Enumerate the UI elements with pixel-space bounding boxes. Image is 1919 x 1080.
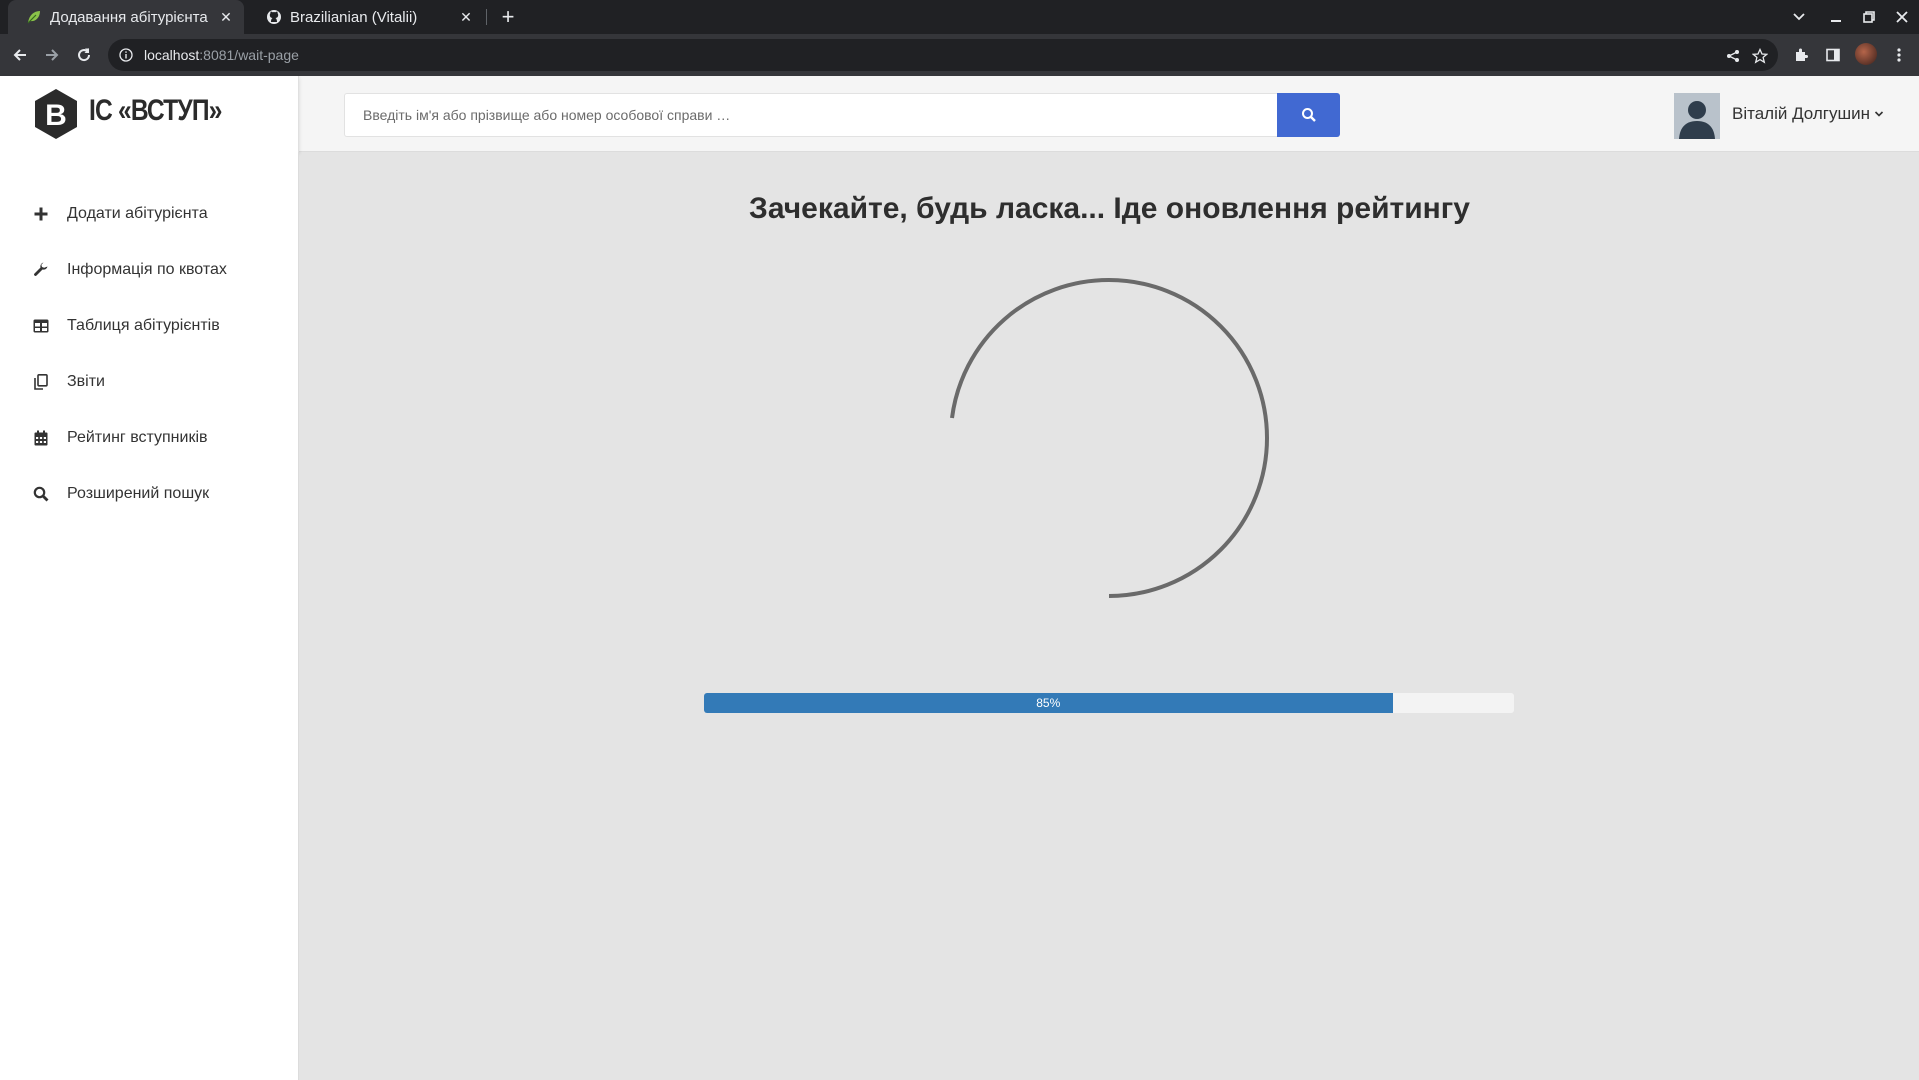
sidebar-item-label: Розширений пошук	[67, 485, 210, 502]
close-icon[interactable]: ✕	[216, 7, 236, 27]
info-icon[interactable]	[118, 47, 134, 63]
loading-spinner	[950, 277, 1269, 598]
github-icon	[266, 9, 282, 25]
share-icon[interactable]	[1724, 47, 1742, 65]
calendar-icon	[32, 429, 50, 447]
sidebar: Додати абітурієнта Інформація по квотах …	[0, 152, 299, 1080]
sidebar-item-rating[interactable]: Рейтинг вступників	[0, 418, 299, 458]
browser-toolbar: localhost:8081/wait-page	[0, 34, 1919, 76]
user-name: Віталій Долгушин	[1732, 104, 1871, 123]
table-icon	[32, 317, 50, 335]
brand[interactable]: B ІС «ВСТУП»	[0, 76, 299, 152]
sidebar-item-quotas[interactable]: Інформація по квотах	[0, 250, 299, 290]
minimize-button[interactable]	[1823, 5, 1849, 29]
reload-button[interactable]	[72, 43, 96, 67]
search-button[interactable]	[1277, 93, 1340, 137]
back-button[interactable]	[8, 43, 32, 67]
plus-icon	[32, 205, 50, 223]
sidebar-item-label: Звіти	[67, 373, 105, 390]
side-panel-icon[interactable]	[1821, 43, 1845, 67]
sidebar-item-label: Інформація по квотах	[67, 261, 227, 278]
brand-title: ІС «ВСТУП»	[89, 94, 222, 127]
tab-title: Brazilianian (Vitalii)	[290, 8, 418, 26]
restore-button[interactable]	[1856, 5, 1882, 29]
sidebar-item-applicants-table[interactable]: Таблиця абітурієнтів	[0, 306, 299, 346]
copy-icon	[32, 373, 50, 391]
app-header: B ІС «ВСТУП» Віталій Долгушин	[0, 76, 1919, 152]
new-tab-button[interactable]: +	[496, 4, 520, 29]
forward-button[interactable]	[40, 43, 64, 67]
wrench-icon	[32, 261, 50, 279]
close-icon[interactable]: ✕	[456, 7, 476, 27]
search-input[interactable]	[344, 93, 1277, 137]
search-bar	[344, 93, 1340, 137]
progress-label: 85%	[1036, 696, 1061, 710]
chevron-down-icon	[1874, 111, 1884, 117]
sidebar-item-label: Таблиця абітурієнтів	[67, 317, 220, 334]
tab-search-icon[interactable]	[1786, 5, 1812, 29]
sidebar-item-advanced-search[interactable]: Розширений пошук	[0, 474, 299, 514]
user-menu[interactable]: Віталій Долгушин	[1732, 104, 1884, 124]
profile-avatar[interactable]	[1855, 43, 1877, 65]
browser-tab-active[interactable]: Додавання абітурієнта ✕	[8, 0, 244, 34]
search-icon	[1301, 108, 1316, 122]
browser-tab[interactable]: Brazilianian (Vitalii) ✕	[248, 0, 484, 34]
leaf-icon	[26, 9, 42, 25]
tab-title: Додавання абітурієнта	[50, 8, 208, 26]
bookmark-star-icon[interactable]	[1751, 47, 1769, 65]
browser-tabstrip: Додавання абітурієнта ✕ Brazilianian (Vi…	[0, 0, 1919, 34]
logo-letter: B	[45, 99, 67, 132]
logo-icon: B	[35, 89, 77, 139]
extensions-icon[interactable]	[1789, 43, 1813, 67]
browser-menu-icon[interactable]	[1887, 43, 1911, 67]
progress-fill: 85%	[704, 693, 1393, 713]
search-icon	[32, 485, 50, 503]
page-title: Зачекайте, будь ласка... Іде оновлення р…	[749, 192, 1470, 225]
tab-separator	[486, 9, 487, 25]
progress-bar: 85%	[704, 693, 1514, 713]
url-host: localhost	[144, 47, 200, 63]
sidebar-item-label: Рейтинг вступників	[67, 429, 208, 446]
url-path: :8081/wait-page	[199, 47, 299, 63]
close-window-button[interactable]	[1889, 5, 1915, 29]
address-bar[interactable]: localhost:8081/wait-page	[108, 39, 1778, 71]
user-avatar[interactable]	[1674, 93, 1720, 139]
sidebar-item-label: Додати абітурієнта	[67, 205, 208, 222]
sidebar-item-add-applicant[interactable]: Додати абітурієнта	[0, 194, 299, 234]
sidebar-item-reports[interactable]: Звіти	[0, 362, 299, 402]
